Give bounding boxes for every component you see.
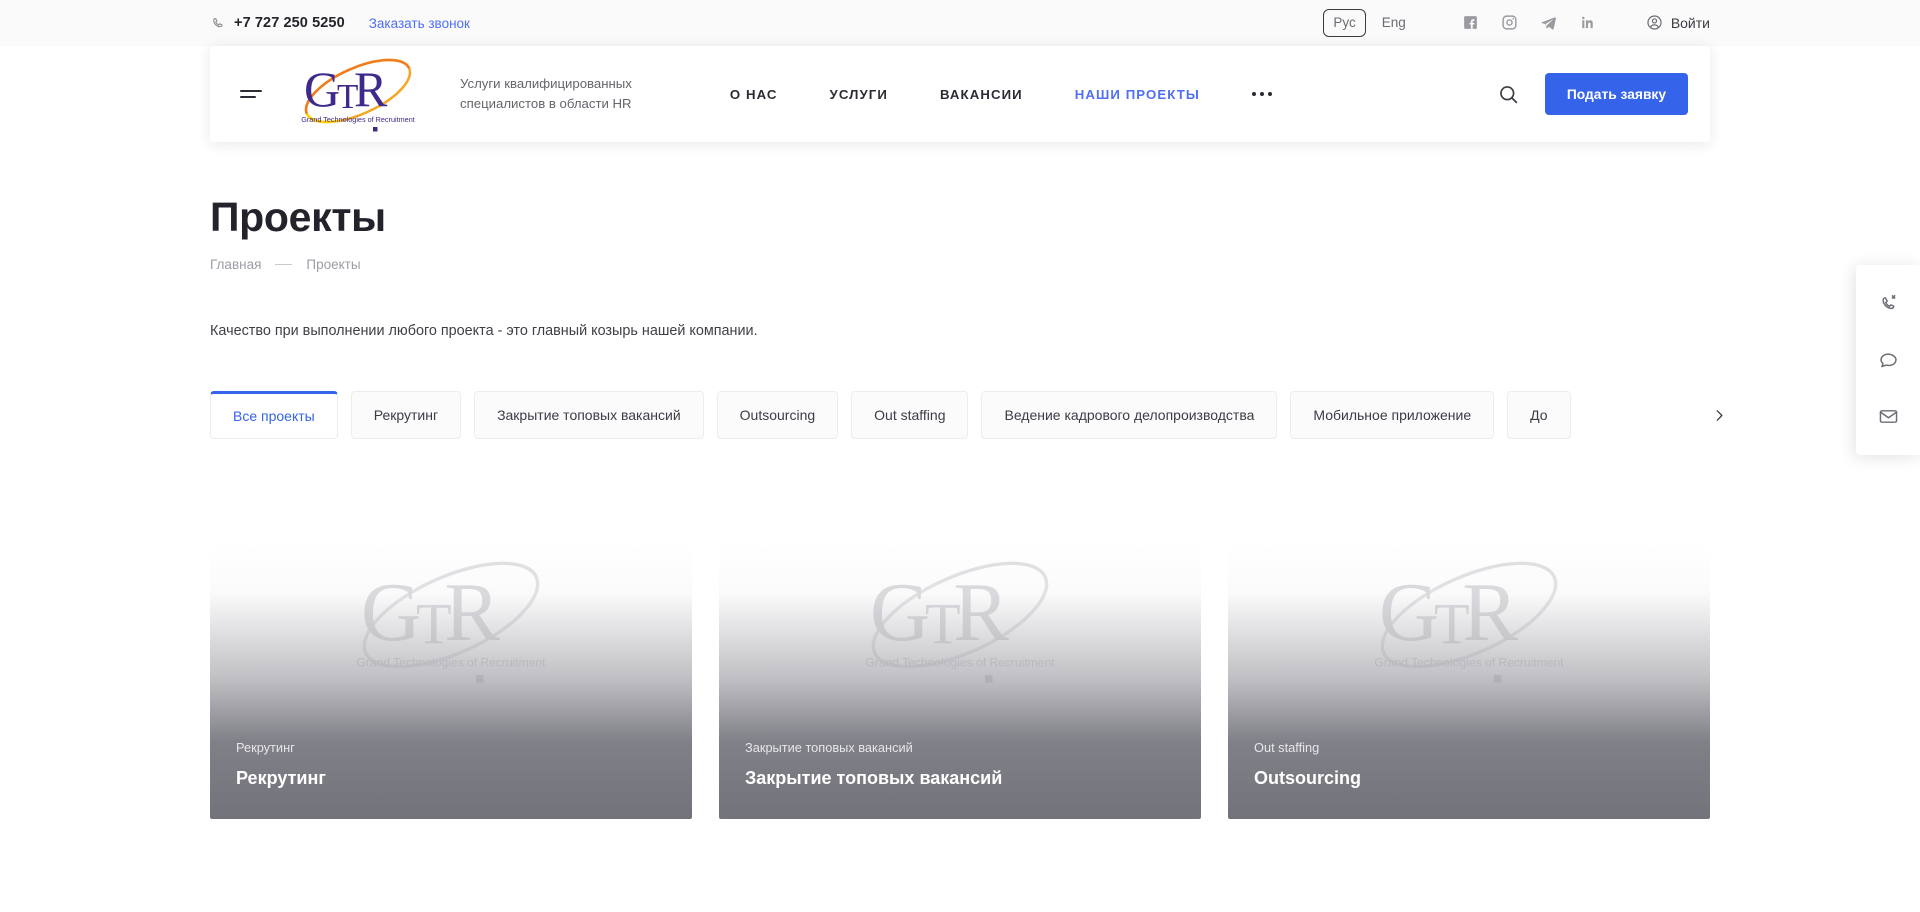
phone-icon bbox=[210, 15, 225, 32]
top-utility-bar: +7 727 250 5250 Заказать звонок Рус Eng bbox=[0, 0, 1920, 46]
tab-out-staffing[interactable]: Out staffing bbox=[851, 391, 969, 440]
tabs-scroll-container[interactable]: Все проекты Рекрутинг Закрытие топовых в… bbox=[210, 391, 1710, 440]
gtr-logo-icon: G T R Grand Technologies of Recruitment bbox=[301, 58, 415, 132]
chevron-right-icon[interactable] bbox=[1698, 401, 1726, 430]
ellipsis-dot bbox=[1251, 92, 1256, 96]
tab-more-truncated[interactable]: До bbox=[1507, 391, 1571, 440]
user-circle-icon bbox=[1646, 14, 1663, 31]
linkedin-icon[interactable] bbox=[1579, 14, 1596, 31]
login-button[interactable]: Войти bbox=[1646, 14, 1710, 31]
chat-icon[interactable] bbox=[1868, 340, 1908, 380]
nav-item-our-projects[interactable]: НАШИ ПРОЕКТЫ bbox=[1075, 77, 1200, 112]
card-category: Рекрутинг bbox=[236, 740, 295, 756]
header-tagline: Услуги квалифицированных специалистов в … bbox=[460, 74, 632, 115]
page-title: Проекты bbox=[210, 194, 386, 240]
card-title: Рекрутинг bbox=[236, 768, 326, 789]
card-title: Закрытие топовых вакансий bbox=[745, 768, 1003, 789]
lang-button-en[interactable]: Eng bbox=[1372, 9, 1416, 37]
request-callback-link[interactable]: Заказать звонок bbox=[369, 16, 470, 31]
project-card[interactable]: G T R Grand Technologies of Recruitment … bbox=[719, 544, 1201, 820]
card-body: Закрытие топовых вакансий Закрытие топов… bbox=[719, 740, 1201, 789]
card-category: Out staffing bbox=[1254, 740, 1320, 756]
card-body: Out staffing Outsourcing bbox=[1228, 740, 1710, 789]
tagline-line-2: специалистов в области HR bbox=[460, 96, 632, 111]
main-navigation: О НАС УСЛУГИ ВАКАНСИИ НАШИ ПРОЕКТЫ bbox=[730, 77, 1272, 112]
project-filter-tabs: Все проекты Рекрутинг Закрытие топовых в… bbox=[210, 391, 1726, 440]
project-card-grid: G T R Grand Technologies of Recruitment … bbox=[210, 544, 1710, 820]
project-card[interactable]: G T R Grand Technologies of Recruitment … bbox=[210, 544, 692, 820]
apply-button[interactable]: Подать заявку bbox=[1544, 73, 1688, 115]
lang-button-ru[interactable]: Рус bbox=[1323, 9, 1366, 37]
breadcrumb-item-home[interactable]: Главная bbox=[210, 257, 261, 272]
site-header: G T R Grand Technologies of Recruitment … bbox=[210, 46, 1710, 142]
phone-block[interactable]: +7 727 250 5250 bbox=[210, 15, 345, 32]
tagline-line-1: Услуги квалифицированных bbox=[460, 75, 632, 91]
project-card[interactable]: G T R Grand Technologies of Recruitment … bbox=[1228, 544, 1710, 820]
search-icon[interactable] bbox=[1498, 84, 1519, 105]
floating-contact-widget bbox=[1856, 265, 1920, 455]
instagram-icon[interactable] bbox=[1501, 14, 1518, 31]
hamburger-icon[interactable] bbox=[240, 86, 262, 102]
tab-mobile-app[interactable]: Мобильное приложение bbox=[1290, 391, 1495, 440]
svg-text:Grand Technologies of Recruitm: Grand Technologies of Recruitment bbox=[301, 115, 415, 124]
card-category: Закрытие топовых вакансий bbox=[745, 740, 913, 756]
intro-paragraph: Качество при выполнении любого проекта -… bbox=[210, 323, 758, 339]
site-logo[interactable]: G T R Grand Technologies of Recruitment bbox=[284, 52, 432, 136]
telegram-icon[interactable] bbox=[1540, 14, 1557, 31]
breadcrumb-separator bbox=[275, 264, 293, 265]
tab-hr-administration[interactable]: Ведение кадрового делопроизводства bbox=[981, 391, 1278, 440]
nav-item-vacancies[interactable]: ВАКАНСИИ bbox=[940, 77, 1023, 112]
card-title: Outsourcing bbox=[1254, 768, 1361, 789]
projects-page: +7 727 250 5250 Заказать звонок Рус Eng bbox=[0, 0, 1920, 912]
tab-all-projects[interactable]: Все проекты bbox=[210, 391, 338, 440]
ellipsis-dot bbox=[1259, 92, 1264, 96]
tab-top-vacancies[interactable]: Закрытие топовых вакансий bbox=[474, 391, 704, 440]
nav-item-services[interactable]: УСЛУГИ bbox=[830, 77, 888, 112]
svg-text:G: G bbox=[304, 61, 340, 117]
facebook-icon[interactable] bbox=[1462, 14, 1479, 31]
ellipsis-dot bbox=[1267, 92, 1272, 96]
login-label: Войти bbox=[1670, 14, 1710, 31]
tab-recruiting[interactable]: Рекрутинг bbox=[350, 391, 462, 440]
phone-number: +7 727 250 5250 bbox=[234, 15, 345, 31]
ellipsis-icon[interactable] bbox=[1251, 92, 1272, 96]
burger-line bbox=[240, 90, 262, 92]
breadcrumb-item-projects: Проекты bbox=[306, 257, 361, 272]
tab-outsourcing[interactable]: Outsourcing bbox=[716, 391, 839, 440]
callback-phone-icon[interactable] bbox=[1868, 283, 1908, 323]
email-icon[interactable] bbox=[1868, 397, 1908, 437]
svg-text:R: R bbox=[354, 61, 388, 117]
card-body: Рекрутинг Рекрутинг bbox=[210, 740, 692, 789]
social-links bbox=[1462, 14, 1596, 31]
page-content: Проекты Главная Проекты Качество при вып… bbox=[210, 160, 1726, 820]
burger-line bbox=[240, 96, 256, 98]
breadcrumb: Главная Проекты bbox=[210, 257, 1710, 272]
nav-item-about[interactable]: О НАС bbox=[730, 77, 778, 112]
